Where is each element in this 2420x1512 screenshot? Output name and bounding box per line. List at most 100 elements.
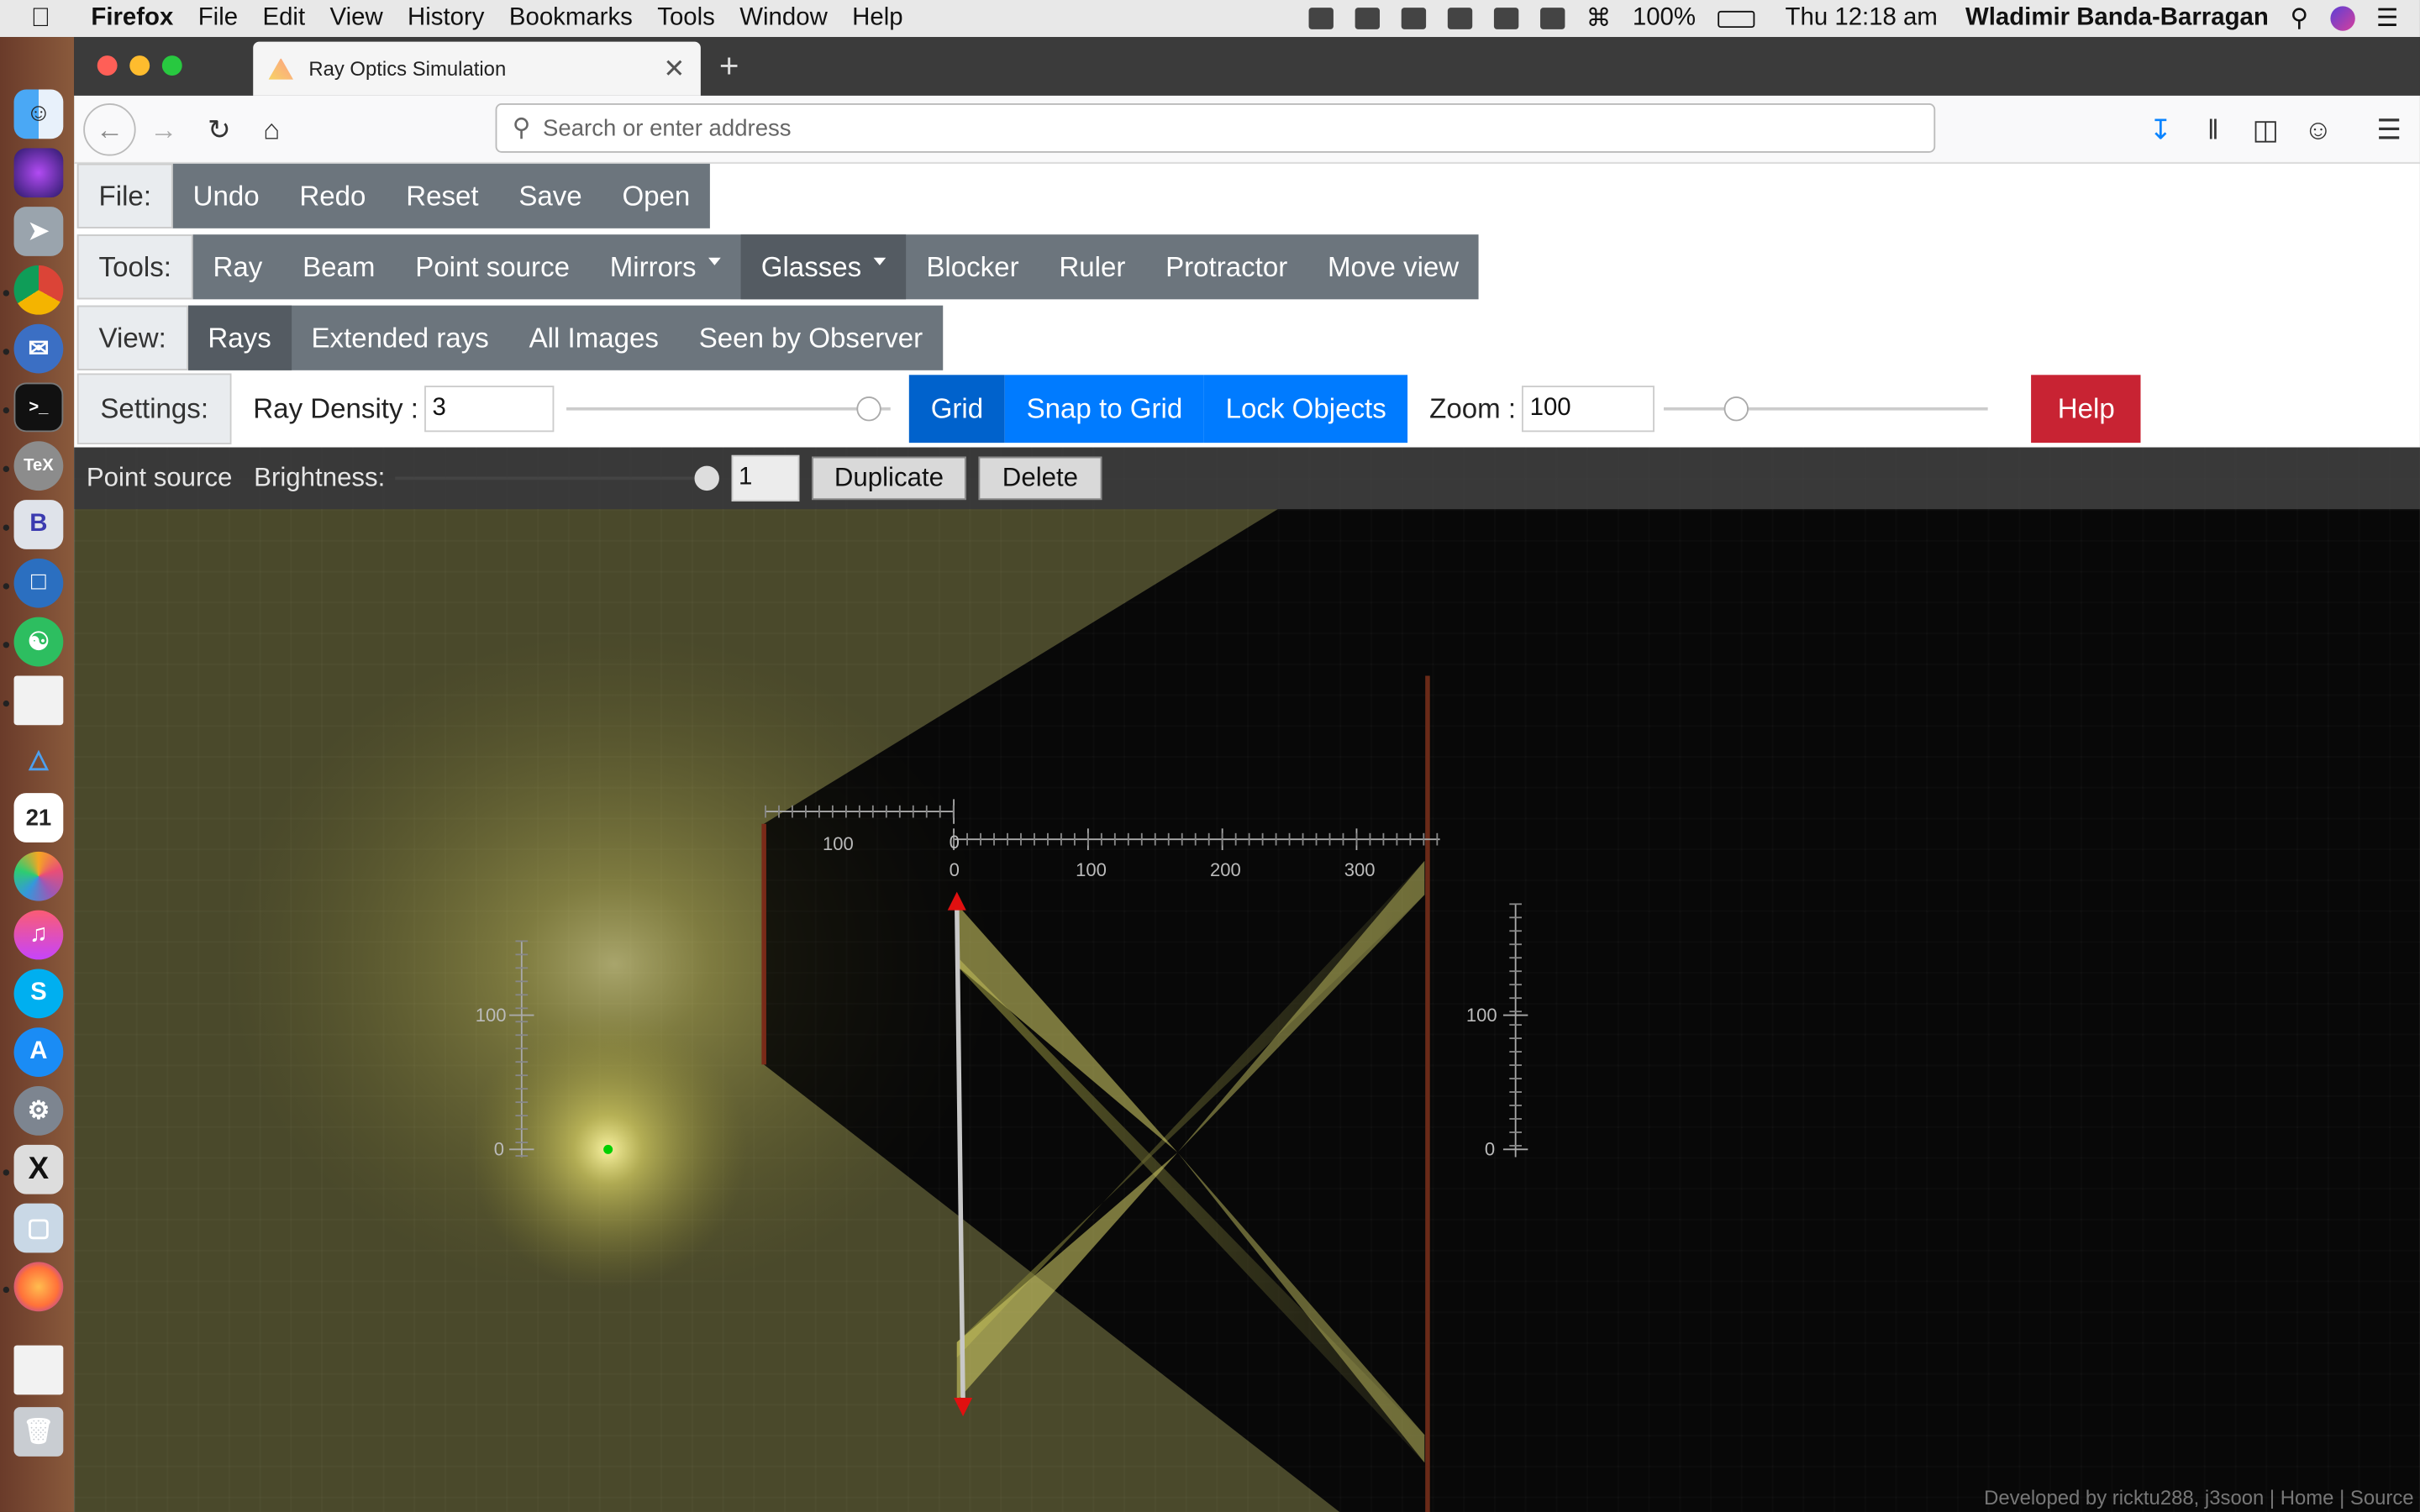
zoom-slider[interactable]	[1664, 396, 1989, 422]
itunes-icon[interactable]: ♫	[13, 910, 64, 960]
system-preferences-icon[interactable]: ⚙	[13, 1086, 64, 1136]
launchpad-icon[interactable]: ➤	[13, 207, 64, 256]
ray-density-input[interactable]	[424, 386, 555, 433]
slider-thumb[interactable]	[856, 396, 882, 422]
siri-dock-icon[interactable]	[13, 148, 64, 198]
slider-track	[566, 407, 891, 411]
calendar-icon[interactable]: 21	[13, 793, 64, 843]
photos-icon[interactable]	[13, 851, 64, 901]
menu-view[interactable]: View	[330, 5, 383, 33]
downloads-icon[interactable]: ↧	[2139, 108, 2182, 151]
library-toolbar-icon[interactable]: ‖	[2191, 108, 2234, 151]
zoom-window-button[interactable]	[161, 55, 182, 76]
chrome-icon[interactable]	[13, 265, 64, 315]
menu-bookmarks[interactable]: Bookmarks	[509, 5, 633, 33]
spotlight-search-icon[interactable]: ⚲	[2291, 3, 2309, 34]
bbedit-icon[interactable]: B	[13, 500, 64, 549]
address-bar[interactable]: ⚲ Search or enter address	[495, 103, 1936, 153]
view-all-images-button[interactable]: All Images	[509, 306, 679, 370]
close-tab-icon[interactable]: ✕	[663, 53, 685, 84]
status-bank-icon[interactable]	[1355, 8, 1380, 29]
apple-menu-icon[interactable]: 	[31, 3, 65, 34]
trash-icon[interactable]: 🗑	[13, 1407, 64, 1457]
library-icon[interactable]: □	[13, 558, 64, 608]
skype-icon[interactable]: S	[13, 969, 64, 1019]
home-icon[interactable]: ⌂	[250, 108, 293, 151]
sidebar-toggle-icon[interactable]: ◫	[2244, 108, 2287, 151]
tool-blocker-button[interactable]: Blocker	[906, 234, 1039, 299]
menu-edit[interactable]: Edit	[262, 5, 305, 33]
view-rays-button[interactable]: Rays	[187, 305, 292, 370]
simulation-canvas[interactable]: 100 0 0 100 200 300 100 0 100 0 Point so…	[74, 447, 2420, 1512]
slider-thumb[interactable]	[1723, 396, 1749, 422]
menu-help[interactable]: Help	[852, 5, 902, 33]
app-menu-icon[interactable]: ☰	[2367, 108, 2410, 151]
evernote-icon[interactable]: ☯	[13, 617, 64, 667]
menu-file[interactable]: File	[198, 5, 238, 33]
document-icon[interactable]	[13, 675, 64, 726]
app-store-icon[interactable]: A	[13, 1027, 64, 1078]
wifi-icon[interactable]: ⌘	[1586, 3, 1611, 34]
menu-window[interactable]: Window	[739, 5, 828, 33]
menu-app-name[interactable]: Firefox	[91, 5, 173, 33]
status-music-icon[interactable]	[1447, 8, 1472, 29]
status-shield-icon[interactable]	[1539, 8, 1565, 29]
ray-density-slider[interactable]	[566, 396, 891, 422]
keynote-icon[interactable]: △	[14, 734, 64, 784]
tool-point-source-button[interactable]: Point source	[395, 234, 590, 299]
tool-ruler-button[interactable]: Ruler	[1039, 234, 1145, 299]
firefox-icon[interactable]	[13, 1262, 64, 1312]
documents-stack-icon[interactable]	[13, 1345, 64, 1395]
back-arrow-icon[interactable]: ←	[83, 103, 136, 156]
reset-button[interactable]: Reset	[386, 164, 498, 228]
tool-beam-button[interactable]: Beam	[282, 234, 395, 299]
open-button[interactable]: Open	[602, 164, 711, 228]
help-button[interactable]: Help	[2031, 375, 2141, 444]
dropbox-icon[interactable]	[1401, 8, 1426, 29]
grid-toggle-button[interactable]: Grid	[908, 375, 1005, 444]
tool-ray-button[interactable]: Ray	[193, 234, 283, 299]
snap-to-grid-toggle[interactable]: Snap to Grid	[1004, 375, 1204, 444]
texshop-icon[interactable]: TeX	[13, 441, 64, 491]
battery-icon[interactable]	[1717, 9, 1754, 28]
undo-button[interactable]: Undo	[173, 164, 280, 228]
forward-arrow-icon[interactable]: →	[142, 108, 185, 151]
tool-protractor-button[interactable]: Protractor	[1145, 234, 1307, 299]
siri-icon[interactable]	[2329, 6, 2355, 31]
brightness-slider[interactable]	[394, 465, 719, 491]
account-icon[interactable]: ☺	[2296, 108, 2339, 151]
running-indicator	[3, 524, 10, 531]
view-seen-by-observer-button[interactable]: Seen by Observer	[679, 306, 943, 370]
terminal-icon[interactable]: >_	[13, 382, 64, 433]
status-app-icon[interactable]	[1308, 8, 1334, 29]
redo-button[interactable]: Redo	[280, 164, 387, 228]
menu-tools[interactable]: Tools	[657, 5, 715, 33]
battery-percent[interactable]: 100%	[1633, 5, 1696, 33]
delete-button[interactable]: Delete	[979, 456, 1102, 501]
minimize-window-button[interactable]	[129, 55, 150, 76]
finder-icon[interactable]: ☺	[13, 89, 64, 139]
x11-icon[interactable]: X	[13, 1144, 64, 1194]
zoom-input[interactable]	[1522, 386, 1655, 433]
menu-history[interactable]: History	[408, 5, 484, 33]
notification-center-icon[interactable]: ☰	[2376, 3, 2398, 34]
view-extended-rays-button[interactable]: Extended rays	[292, 306, 509, 370]
status-toolbar-icon[interactable]	[1493, 8, 1518, 29]
new-tab-icon[interactable]: +	[719, 46, 739, 87]
user-name[interactable]: Wladimir Banda-Barragan	[1965, 5, 2269, 33]
save-button[interactable]: Save	[498, 164, 602, 228]
lock-objects-toggle[interactable]: Lock Objects	[1203, 375, 1408, 444]
reload-icon[interactable]: ↻	[197, 108, 240, 151]
thunderbird-icon[interactable]: ✉	[13, 323, 64, 374]
clock[interactable]: Thu 12:18 am	[1786, 5, 1938, 33]
slider-thumb[interactable]	[693, 465, 719, 491]
tab-ray-optics[interactable]: Ray Optics Simulation ✕	[253, 41, 701, 96]
brightness-input[interactable]	[730, 454, 799, 501]
tool-move-view-button[interactable]: Move view	[1307, 234, 1479, 299]
preview-icon[interactable]: ▢	[13, 1203, 64, 1253]
duplicate-button[interactable]: Duplicate	[811, 456, 967, 501]
close-window-button[interactable]	[97, 55, 118, 76]
tool-mirrors-dropdown[interactable]: Mirrors	[590, 234, 741, 299]
tool-glasses-dropdown[interactable]: Glasses	[740, 234, 907, 300]
settings-label: Settings:	[76, 373, 232, 444]
